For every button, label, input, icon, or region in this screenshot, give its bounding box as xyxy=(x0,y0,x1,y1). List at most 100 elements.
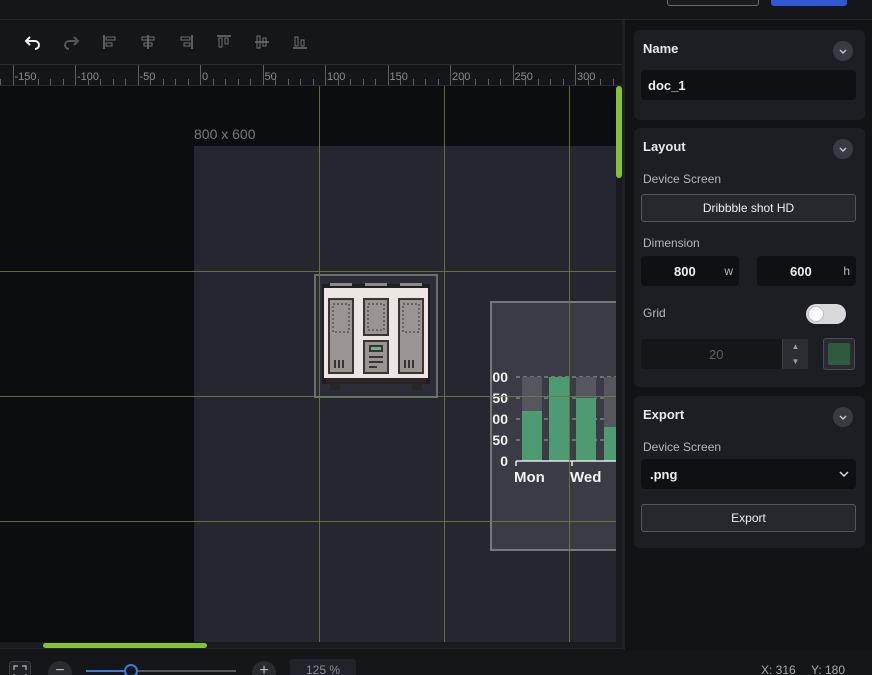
bar-chart: 00 50 00 50 0 Mon Wed xyxy=(492,303,616,549)
zoom-out-button[interactable]: − xyxy=(48,661,72,675)
width-value: 800 xyxy=(674,264,696,279)
dimension-label: Dimension xyxy=(643,236,700,250)
server-image[interactable] xyxy=(314,274,438,398)
horizontal-guide[interactable] xyxy=(0,521,616,522)
ruler-tick xyxy=(150,79,151,85)
align-center-h-icon[interactable] xyxy=(136,30,160,54)
ruler-tick xyxy=(37,79,39,85)
align-center-v-icon[interactable] xyxy=(250,30,274,54)
editor-app: -150-100-50050100150200250300 100 200 30… xyxy=(0,0,872,675)
device-preset-button[interactable]: Dribbble shot HD xyxy=(641,194,856,222)
device-screen-label: Device Screen xyxy=(643,172,722,186)
bar xyxy=(604,427,616,461)
design-canvas[interactable]: 800 x 600 00 50 00 50 0 Mon Wed xyxy=(0,86,616,646)
page-size-label: 800 x 600 xyxy=(194,126,256,142)
bar xyxy=(576,398,596,461)
ruler-number: 200 xyxy=(452,71,471,83)
export-format-select[interactable]: .png xyxy=(641,459,856,489)
horizontal-guide[interactable] xyxy=(0,271,616,272)
vertical-guide[interactable] xyxy=(319,86,320,646)
toolbar xyxy=(0,20,622,64)
ruler-tick xyxy=(375,79,376,85)
y-tick-label: 50 xyxy=(492,432,508,448)
chevron-down-icon xyxy=(839,471,849,478)
ruler-tick xyxy=(262,65,264,85)
zoom-level[interactable]: 125 % xyxy=(290,659,356,675)
chevron-down-icon[interactable]: ▼ xyxy=(783,354,808,369)
chevron-down-icon[interactable] xyxy=(833,41,853,61)
ruler-tick xyxy=(212,79,214,85)
vertical-guide[interactable] xyxy=(444,86,445,646)
undo-icon[interactable] xyxy=(21,30,45,54)
y-tick-label: 00 xyxy=(492,369,508,385)
top-primary-button[interactable] xyxy=(771,0,847,6)
layout-section: Layout Device Screen Dribbble shot HD Di… xyxy=(634,128,865,387)
align-top-icon[interactable] xyxy=(212,30,236,54)
layout-section-title: Layout xyxy=(643,139,686,154)
status-bar: − + 125 % X: 316 Y: 180 xyxy=(0,648,872,675)
ruler-number: -50 xyxy=(139,71,156,83)
export-device-label: Device Screen xyxy=(643,440,722,454)
cursor-x: X: 316 xyxy=(761,663,796,675)
x-tick-label: Mon xyxy=(514,469,545,486)
fit-screen-icon[interactable] xyxy=(9,661,31,675)
ruler-tick xyxy=(587,79,589,85)
ruler-tick xyxy=(312,79,314,85)
properties-panel: Name doc_1 Layout Device Screen Dribbble… xyxy=(625,20,872,650)
chart-element[interactable]: 00 50 00 50 0 Mon Wed xyxy=(490,301,616,551)
grid-toggle-knob xyxy=(808,306,824,322)
ruler-tick xyxy=(287,79,289,85)
zoom-in-button[interactable]: + xyxy=(252,661,276,675)
height-unit: h xyxy=(843,264,850,278)
ruler-tick xyxy=(325,65,326,85)
width-input[interactable]: 800 w xyxy=(641,256,739,286)
top-secondary-button[interactable] xyxy=(667,0,759,6)
vertical-guide[interactable] xyxy=(569,86,570,646)
y-tick-label: 0 xyxy=(500,453,508,469)
horizontal-ruler: -150 -100 -50 0 50 100 150 200 250 300 xyxy=(0,64,622,86)
align-bottom-icon[interactable] xyxy=(288,30,312,54)
height-value: 600 xyxy=(790,264,812,279)
x-tick-label: Wed xyxy=(570,469,601,486)
ruler-tick xyxy=(500,79,501,85)
ruler-tick xyxy=(450,65,451,85)
chevron-down-icon[interactable] xyxy=(833,139,853,159)
ruler-tick xyxy=(0,79,1,85)
ruler-tick xyxy=(525,79,526,85)
ruler-tick xyxy=(50,79,51,85)
cursor-y: Y: 180 xyxy=(811,663,846,675)
ruler-tick xyxy=(550,79,551,85)
zoom-slider-handle[interactable] xyxy=(124,664,138,675)
ruler-tick xyxy=(112,79,114,85)
ruler-number: 250 xyxy=(514,71,533,83)
grid-size-value: 20 xyxy=(709,347,724,362)
ruler-tick xyxy=(250,79,251,85)
grid-color-picker[interactable] xyxy=(823,338,855,370)
grid-size-stepper[interactable]: ▲ ▼ xyxy=(782,339,808,369)
name-section: Name doc_1 xyxy=(634,30,865,120)
bar xyxy=(522,411,542,461)
ruler-tick xyxy=(387,65,389,85)
ruler-tick xyxy=(337,79,339,85)
align-right-icon[interactable] xyxy=(174,30,198,54)
top-bar xyxy=(0,0,872,20)
zoom-slider[interactable] xyxy=(86,670,236,672)
chevron-up-icon[interactable]: ▲ xyxy=(783,339,808,354)
export-button[interactable]: Export xyxy=(641,504,856,532)
chevron-down-icon[interactable] xyxy=(833,407,853,427)
ruler-tick xyxy=(437,79,439,85)
ruler-number: 100 xyxy=(327,71,346,83)
name-section-title: Name xyxy=(643,41,679,56)
ruler-tick xyxy=(562,79,564,85)
ruler-tick xyxy=(100,79,101,85)
y-tick-label: 50 xyxy=(492,390,508,406)
grid-toggle[interactable] xyxy=(806,304,846,324)
height-input[interactable]: 600 h xyxy=(757,256,856,286)
export-format-value: .png xyxy=(650,467,678,482)
ruler-tick xyxy=(237,79,239,85)
redo-icon[interactable] xyxy=(59,30,83,54)
align-left-icon[interactable] xyxy=(98,30,122,54)
document-name-input[interactable]: doc_1 xyxy=(641,70,856,100)
horizontal-guide[interactable] xyxy=(0,396,616,397)
ruler-tick xyxy=(475,79,476,85)
